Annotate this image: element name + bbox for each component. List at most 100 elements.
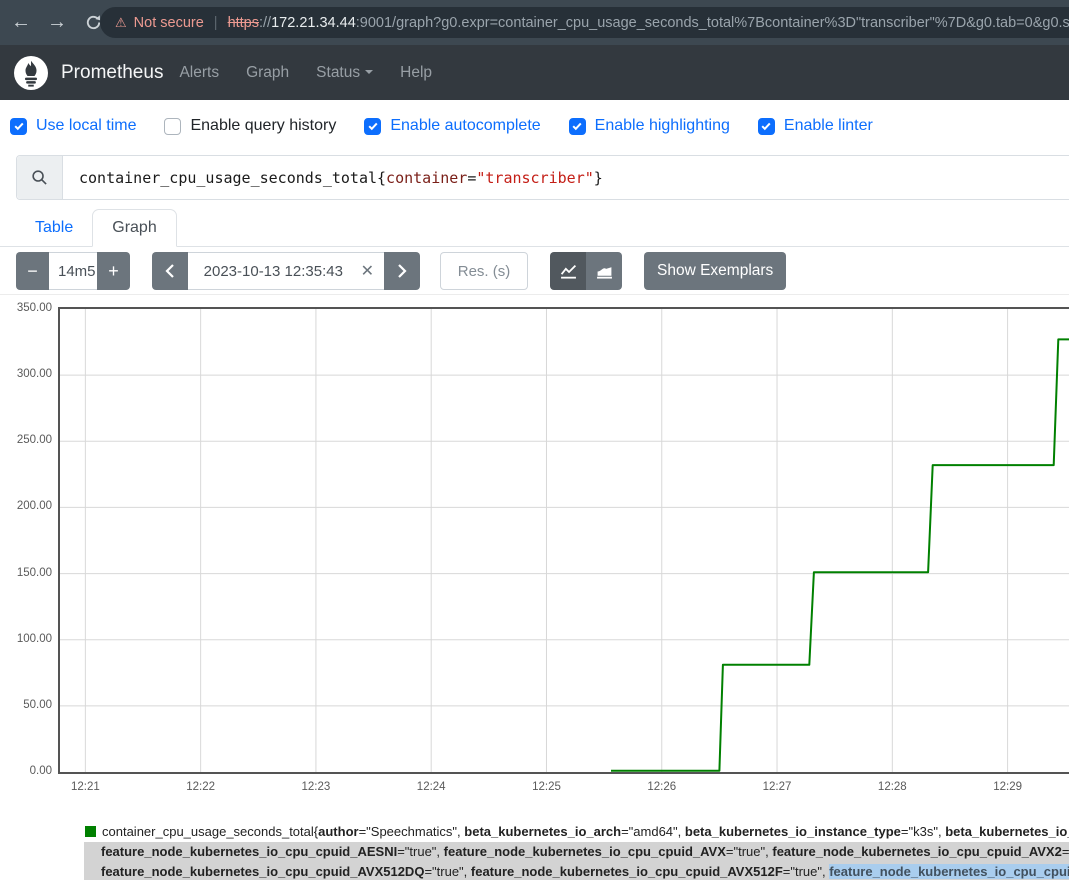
checkbox-enable-autocomplete[interactable] xyxy=(364,118,381,135)
legend-segment: ="true", xyxy=(726,844,772,859)
legend-segment: ="true", xyxy=(424,864,470,879)
brand-title[interactable]: Prometheus xyxy=(61,62,163,84)
not-secure-label[interactable]: Not secure xyxy=(134,15,204,31)
panel-tabs: Table Graph xyxy=(0,207,1069,247)
x-tick-label: 12:25 xyxy=(532,781,561,793)
url-path: :9001/graph?g0.expr=container_cpu_usage_… xyxy=(356,15,1069,31)
y-tick-label: 50.00 xyxy=(0,699,52,711)
legend-segment: feature_node_kubernetes_io_cpu_cpuid_AVX xyxy=(444,844,726,859)
url-divider: | xyxy=(214,15,218,31)
url-host: 172.21.34.44 xyxy=(271,15,356,31)
legend-segment: beta_kubernetes_io_os xyxy=(945,824,1069,839)
nav-item-help[interactable]: Help xyxy=(400,64,432,82)
increase-duration-button[interactable]: + xyxy=(97,252,130,290)
show-exemplars-button[interactable]: Show Exemplars xyxy=(644,252,786,290)
query-token-string: "transcriber" xyxy=(476,169,593,187)
legend-segment: feature_node_kubernetes_io_cpu_cpuid_AVX… xyxy=(101,864,424,879)
graph-controls: − + ✕ Show Exemplars xyxy=(0,252,1069,294)
legend-line: feature_node_kubernetes_io_cpu_cpuid_AVX… xyxy=(84,862,1069,880)
address-bar[interactable]: ⚠ Not secure | https://172.21.34.44:9001… xyxy=(100,7,1069,38)
checkbox-enable-query-history[interactable] xyxy=(164,118,181,135)
query-input[interactable]: container_cpu_usage_seconds_total{contai… xyxy=(63,156,1069,199)
previous-time-button[interactable] xyxy=(152,252,188,290)
legend-segment: beta_kubernetes_io_arch xyxy=(464,824,621,839)
legend-swatch-icon xyxy=(85,826,96,837)
tab-graph[interactable]: Graph xyxy=(92,209,176,247)
x-tick-label: 12:27 xyxy=(763,781,792,793)
legend-segment: ="k3s", xyxy=(901,824,945,839)
search-addon xyxy=(17,156,63,199)
legend-segment: feature_node_kubernetes_io_cpu_cpuid_AVX… xyxy=(471,864,783,879)
decrease-duration-button[interactable]: − xyxy=(16,252,49,290)
y-tick-label: 200.00 xyxy=(0,500,52,512)
back-button[interactable]: ← xyxy=(6,8,36,38)
option-enable-query-history[interactable]: Enable query history xyxy=(164,117,336,135)
resolution-input[interactable] xyxy=(440,252,528,290)
x-tick-label: 12:28 xyxy=(878,781,907,793)
query-token-label: container xyxy=(386,169,467,187)
clear-datetime-icon[interactable]: ✕ xyxy=(359,261,384,281)
y-tick-label: 0.00 xyxy=(0,765,52,777)
checkbox-enable-highlighting[interactable] xyxy=(569,118,586,135)
legend-line: feature_node_kubernetes_io_cpu_cpuid_AES… xyxy=(84,842,1069,862)
chevron-down-icon xyxy=(365,70,373,74)
y-tick-label: 300.00 xyxy=(0,368,52,380)
x-tick-label: 12:24 xyxy=(417,781,446,793)
checkbox-enable-linter[interactable] xyxy=(758,118,775,135)
x-tick-label: 12:26 xyxy=(647,781,676,793)
checkbox-use-local-time[interactable] xyxy=(10,118,27,135)
line-chart-button[interactable] xyxy=(550,252,586,290)
y-tick-label: 100.00 xyxy=(0,633,52,645)
legend-segment: ="amd64", xyxy=(621,824,685,839)
plot-svg xyxy=(60,309,1069,772)
nav-item-alerts[interactable]: Alerts xyxy=(179,64,219,82)
chart-region: 0.0050.00100.00150.00200.00250.00300.003… xyxy=(0,294,1069,818)
chevron-right-icon xyxy=(396,264,408,278)
nav-item-status[interactable]: Status xyxy=(316,64,373,82)
legend-item[interactable]: container_cpu_usage_seconds_total{author… xyxy=(84,822,1069,880)
stacked-chart-button[interactable] xyxy=(586,252,622,290)
datetime-control: ✕ xyxy=(152,252,420,290)
forward-icon: → xyxy=(47,11,67,34)
line-chart-icon xyxy=(560,263,577,280)
next-time-button[interactable] xyxy=(384,252,420,290)
y-tick-label: 350.00 xyxy=(0,302,52,314)
legend-segment: ="Speechmatics", xyxy=(359,824,465,839)
tab-table[interactable]: Table xyxy=(16,210,92,246)
option-label: Enable autocomplete xyxy=(390,117,540,135)
datetime-input[interactable] xyxy=(188,263,359,280)
option-enable-highlighting[interactable]: Enable highlighting xyxy=(569,117,730,135)
plot-area[interactable] xyxy=(58,307,1069,774)
x-tick-label: 12:21 xyxy=(71,781,100,793)
warning-icon: ⚠ xyxy=(115,15,127,31)
option-label: Enable linter xyxy=(784,117,873,135)
url-text: https://172.21.34.44:9001/graph?g0.expr=… xyxy=(228,15,1069,31)
legend-line: container_cpu_usage_seconds_total{author… xyxy=(84,822,1069,842)
legend-segment: ="true", xyxy=(1062,844,1069,859)
option-use-local-time[interactable]: Use local time xyxy=(10,117,136,135)
prometheus-logo-icon[interactable] xyxy=(14,56,48,90)
nav-item-graph[interactable]: Graph xyxy=(246,64,289,82)
legend-segment: feature_node_kubernetes_io_cpu_cpuid_AVX… xyxy=(829,864,1069,879)
option-label: Enable query history xyxy=(190,117,336,135)
query-token-plain: } xyxy=(594,169,603,187)
option-label: Enable highlighting xyxy=(595,117,730,135)
legend-segment: ="true", xyxy=(783,864,829,879)
duration-input[interactable] xyxy=(49,252,97,290)
datetime-box: ✕ xyxy=(188,252,384,290)
forward-button[interactable]: → xyxy=(42,8,72,38)
prometheus-navbar: Prometheus Alerts Graph Status Help xyxy=(0,45,1069,100)
option-label: Use local time xyxy=(36,117,136,135)
url-separator: :// xyxy=(259,15,271,31)
options-row: Use local time Enable query history Enable… xyxy=(0,100,1069,152)
x-tick-label: 12:23 xyxy=(302,781,331,793)
legend-segment: beta_kubernetes_io_instance_type xyxy=(685,824,901,839)
query-bar: container_cpu_usage_seconds_total{contai… xyxy=(16,155,1069,200)
search-icon xyxy=(31,169,48,186)
nav-item-status-label: Status xyxy=(316,64,360,81)
legend-segment: author xyxy=(318,824,358,839)
browser-toolbar: ← → ⚠ Not secure | https://172.21.34.44:… xyxy=(0,0,1069,45)
option-enable-linter[interactable]: Enable linter xyxy=(758,117,873,135)
x-tick-label: 12:29 xyxy=(993,781,1022,793)
option-enable-autocomplete[interactable]: Enable autocomplete xyxy=(364,117,540,135)
